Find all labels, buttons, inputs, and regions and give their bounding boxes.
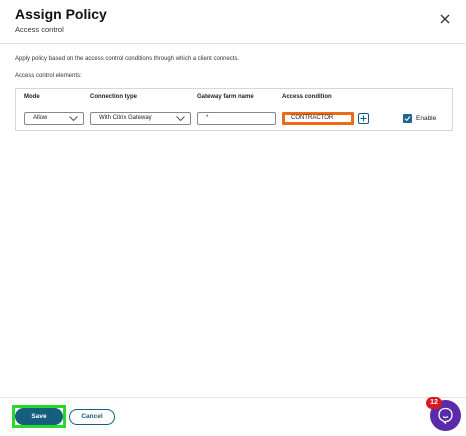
add-condition-button[interactable] — [358, 113, 369, 124]
column-header-access-condition: Access condition — [282, 94, 332, 100]
gateway-farm-name-input[interactable]: * — [197, 112, 276, 125]
checkmark-icon — [404, 116, 411, 122]
mode-select-value: Allow — [33, 115, 48, 121]
chevron-down-icon — [176, 116, 185, 121]
close-icon[interactable] — [438, 12, 452, 26]
connection-type-select[interactable]: With Citrix Gateway — [90, 112, 191, 125]
save-button[interactable]: Save — [15, 408, 63, 425]
cancel-button[interactable]: Cancel — [69, 409, 115, 425]
mode-select[interactable]: Allow — [24, 112, 84, 125]
plus-icon — [360, 115, 367, 122]
column-header-connection-type: Connection type — [90, 94, 138, 100]
column-header-gateway-farm-name: Gateway farm name — [197, 94, 254, 100]
column-header-mode: Mode — [24, 94, 40, 100]
notification-badge: 12 — [426, 397, 442, 409]
policy-description: Apply policy based on the access control… — [15, 56, 240, 62]
dialog-title: Assign Policy — [15, 6, 107, 22]
access-condition-input[interactable]: CONTRACTOR — [282, 112, 354, 125]
dialog-header: Assign Policy Access control — [0, 0, 466, 44]
access-control-elements-label: Access control elements: — [15, 73, 82, 79]
enable-checkbox[interactable] — [403, 114, 412, 123]
chevron-down-icon — [69, 116, 78, 121]
access-control-table: Mode Connection type Gateway farm name A… — [15, 88, 453, 131]
assistant-icon — [438, 407, 453, 424]
connection-type-select-value: With Citrix Gateway — [99, 115, 152, 121]
dialog-subtitle: Access control — [15, 25, 64, 34]
enable-label: Enable — [416, 115, 437, 122]
